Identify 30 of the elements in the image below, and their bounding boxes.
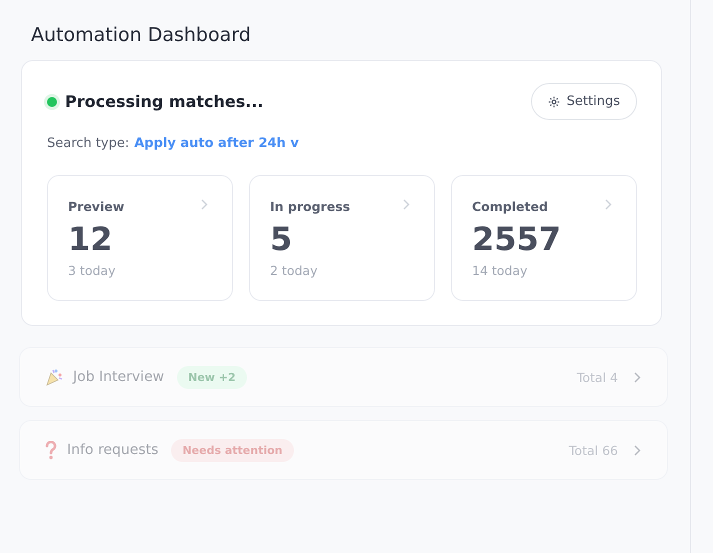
- stat-value: 2557: [472, 222, 562, 258]
- stat-card[interactable]: In progress 5 2 today: [249, 175, 435, 302]
- group-name: Info requests: [67, 442, 158, 458]
- stat-today: 2 today: [270, 263, 318, 278]
- chevron-right-icon: [403, 199, 410, 210]
- stat-label: In progress: [270, 199, 350, 214]
- chevron-right-icon: [634, 444, 641, 456]
- chevron-right-icon: [605, 199, 612, 210]
- stat-today: 3 today: [68, 263, 116, 278]
- stat-label: Preview: [68, 199, 124, 214]
- chevron-right-icon: [201, 199, 208, 210]
- stat-label: Completed: [472, 199, 548, 214]
- chevron-right-icon: [634, 372, 641, 383]
- settings-icon: [548, 96, 560, 108]
- stat-card[interactable]: Completed 2557 14 today: [451, 175, 637, 302]
- question-mark-icon: [45, 440, 57, 460]
- search-type-label: Search type:: [47, 136, 130, 151]
- status-badge: Needs attention: [171, 438, 294, 462]
- status-badge: New +2: [177, 366, 247, 389]
- stat-today: 14 today: [472, 263, 528, 278]
- stat-value: 5: [270, 222, 294, 258]
- settings-button[interactable]: Settings: [530, 83, 637, 120]
- stat-value: 12: [68, 222, 114, 258]
- group-total: Total 4: [576, 370, 618, 385]
- page-title: Automation Dashboard: [31, 24, 252, 46]
- group-name: Job Interview: [73, 369, 164, 386]
- party-popper-icon: [45, 368, 63, 386]
- status-label: Processing matches...: [65, 92, 264, 111]
- group-total: Total 66: [568, 442, 618, 458]
- stat-card[interactable]: Preview 12 3 today: [47, 175, 233, 302]
